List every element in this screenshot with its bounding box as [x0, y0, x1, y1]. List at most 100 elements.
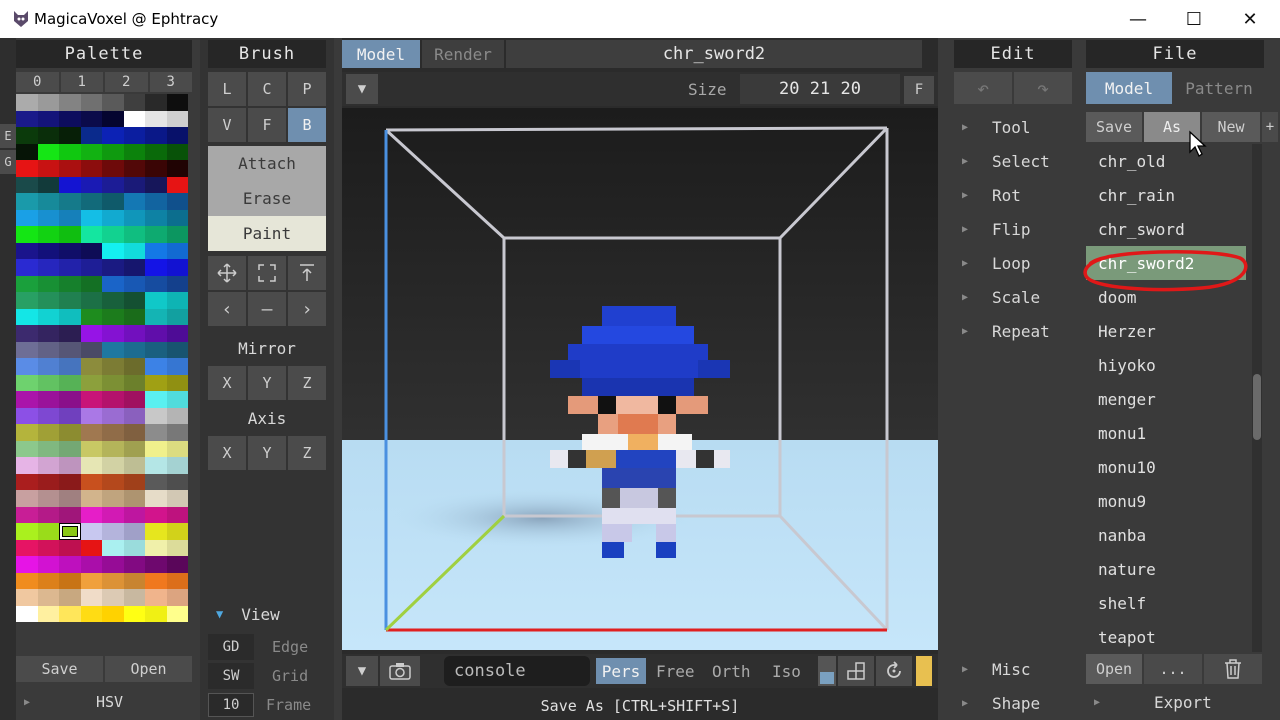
- palette-swatch[interactable]: [166, 143, 188, 160]
- fit-frame-icon[interactable]: [248, 256, 286, 290]
- palette-swatch[interactable]: [123, 94, 145, 111]
- palette-swatch[interactable]: [145, 325, 167, 342]
- mirror-x-button[interactable]: X: [208, 366, 246, 400]
- palette-swatch[interactable]: [102, 176, 124, 193]
- palette-swatch[interactable]: [59, 176, 81, 193]
- palette-swatch[interactable]: [145, 424, 167, 441]
- free-button[interactable]: Free: [656, 662, 695, 681]
- palette-swatch[interactable]: [37, 572, 59, 589]
- palette-swatch[interactable]: [166, 160, 188, 177]
- axis-x-button[interactable]: X: [208, 436, 246, 470]
- palette-swatch[interactable]: [102, 242, 124, 259]
- palette-swatch[interactable]: [59, 160, 81, 177]
- palette-swatch[interactable]: [123, 160, 145, 177]
- palette-swatch[interactable]: [16, 160, 38, 177]
- brush-mode-l[interactable]: L: [208, 72, 246, 106]
- palette-swatch[interactable]: [123, 292, 145, 309]
- edit-item-misc[interactable]: ▶ Misc: [962, 652, 1072, 686]
- palette-swatch[interactable]: [166, 242, 188, 259]
- palette-swatch[interactable]: [123, 374, 145, 391]
- palette-swatch[interactable]: [59, 424, 81, 441]
- palette-swatch[interactable]: [166, 325, 188, 342]
- file-list-item[interactable]: shelf: [1086, 586, 1250, 620]
- palette-swatch[interactable]: [37, 556, 59, 573]
- palette-swatch[interactable]: [145, 391, 167, 408]
- palette-swatch[interactable]: [80, 242, 102, 259]
- palette-swatch[interactable]: [166, 127, 188, 144]
- palette-swatch[interactable]: [123, 193, 145, 210]
- file-list-item[interactable]: nanba: [1086, 518, 1250, 552]
- maximize-button[interactable]: ☐: [1166, 0, 1222, 38]
- palette-swatch[interactable]: [123, 176, 145, 193]
- palette-swatch[interactable]: [80, 374, 102, 391]
- palette-swatch[interactable]: [80, 341, 102, 358]
- palette-swatch[interactable]: [123, 358, 145, 375]
- palette-swatch[interactable]: [123, 407, 145, 424]
- palette-swatch[interactable]: [80, 391, 102, 408]
- palette-tab-3[interactable]: 3: [149, 72, 192, 92]
- tab-file-model[interactable]: Model: [1086, 72, 1172, 104]
- palette-swatch[interactable]: [59, 209, 81, 226]
- palette-swatch[interactable]: [16, 490, 38, 507]
- palette-swatch[interactable]: [102, 193, 124, 210]
- palette-swatch[interactable]: [16, 341, 38, 358]
- palette-swatch[interactable]: [59, 226, 81, 243]
- palette-swatch[interactable]: [80, 275, 102, 292]
- palette-swatch[interactable]: [145, 143, 167, 160]
- chevron-right-icon[interactable]: ›: [288, 292, 326, 326]
- palette-swatch[interactable]: [102, 407, 124, 424]
- palette-swatch[interactable]: [80, 193, 102, 210]
- grid-layout-icon[interactable]: [838, 656, 874, 686]
- palette-swatch[interactable]: [102, 127, 124, 144]
- palette-swatch[interactable]: [102, 572, 124, 589]
- palette-swatch[interactable]: [59, 391, 81, 408]
- edit-item-loop[interactable]: ▶ Loop: [962, 246, 1072, 280]
- palette-swatch[interactable]: [145, 94, 167, 111]
- bg-color-icon[interactable]: [818, 656, 836, 686]
- palette-swatch[interactable]: [80, 589, 102, 606]
- palette-swatch[interactable]: [123, 275, 145, 292]
- palette-swatch[interactable]: [16, 457, 38, 474]
- palette-swatch[interactable]: [123, 325, 145, 342]
- palette-swatch[interactable]: [37, 407, 59, 424]
- axis-z-button[interactable]: Z: [288, 436, 326, 470]
- palette-swatch[interactable]: [16, 292, 38, 309]
- palette-swatch[interactable]: [123, 143, 145, 160]
- palette-swatch[interactable]: [102, 275, 124, 292]
- palette-tab-2[interactable]: 2: [105, 72, 148, 92]
- palette-swatch[interactable]: [80, 209, 102, 226]
- palette-swatch[interactable]: [145, 160, 167, 177]
- palette-swatch[interactable]: [59, 127, 81, 144]
- palette-swatch[interactable]: [166, 440, 188, 457]
- palette-swatch[interactable]: [166, 424, 188, 441]
- palette-swatch[interactable]: [16, 556, 38, 573]
- palette-swatch[interactable]: [37, 374, 59, 391]
- palette-swatch[interactable]: [145, 407, 167, 424]
- palette-swatch[interactable]: [16, 193, 38, 210]
- mirror-z-button[interactable]: Z: [288, 366, 326, 400]
- palette-swatch[interactable]: [16, 358, 38, 375]
- file-open-button[interactable]: Open: [1086, 654, 1142, 684]
- palette-swatch[interactable]: [145, 226, 167, 243]
- minus-icon[interactable]: –: [248, 292, 286, 326]
- palette-swatch[interactable]: [145, 259, 167, 276]
- palette-swatch[interactable]: [102, 374, 124, 391]
- palette-swatch[interactable]: [80, 523, 102, 540]
- palette-swatch[interactable]: [16, 391, 38, 408]
- palette-swatch[interactable]: [80, 473, 102, 490]
- palette-swatch[interactable]: [80, 457, 102, 474]
- mirror-y-button[interactable]: Y: [248, 366, 286, 400]
- palette-swatch[interactable]: [102, 325, 124, 342]
- palette-swatch[interactable]: [59, 440, 81, 457]
- palette-swatch[interactable]: [37, 226, 59, 243]
- palette-swatch[interactable]: [123, 539, 145, 556]
- palette-swatch[interactable]: [102, 209, 124, 226]
- palette-swatch[interactable]: [37, 176, 59, 193]
- palette-swatch[interactable]: [59, 325, 81, 342]
- palette-swatch[interactable]: [145, 457, 167, 474]
- palette-swatch[interactable]: [37, 193, 59, 210]
- sw-button[interactable]: SW: [208, 662, 254, 689]
- palette-swatch[interactable]: [166, 407, 188, 424]
- palette-swatch[interactable]: [123, 572, 145, 589]
- palette-swatch[interactable]: [16, 374, 38, 391]
